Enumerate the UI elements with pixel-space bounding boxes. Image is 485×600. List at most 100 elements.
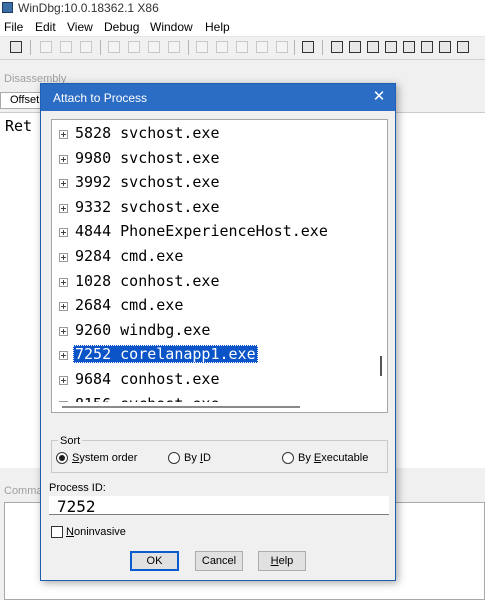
restart-icon[interactable]: [128, 41, 140, 53]
run-to-cursor-icon[interactable]: [256, 41, 268, 53]
process-pid: 9284: [75, 247, 112, 265]
process-name: conhost.exe: [120, 271, 220, 290]
process-entry-label: 1028 conhost.exe: [73, 272, 222, 290]
paste-icon[interactable]: [80, 41, 92, 53]
noninvasive-label[interactable]: Noninvasive: [66, 526, 126, 538]
step-out-icon[interactable]: [236, 41, 248, 53]
process-name: conhost.exe: [120, 370, 220, 388]
menu-edit[interactable]: Edit: [35, 20, 56, 34]
copy-icon[interactable]: [60, 41, 72, 53]
process-name: cmd.exe: [120, 247, 184, 265]
help-button[interactable]: Help: [258, 551, 306, 571]
process-pid: 9980: [75, 148, 112, 167]
disassembly-window-icon[interactable]: [439, 41, 451, 53]
process-list[interactable]: 5828 svchost.exe 9980 svchost.exe 3992 svc…: [51, 119, 388, 413]
process-entry-label: 9332 svchost.exe: [73, 198, 222, 216]
dialog-titlebar: Attach to Process ✕: [41, 84, 395, 111]
vertical-scrollbar-thumb[interactable]: [380, 356, 382, 376]
toolbar-separator: [188, 40, 189, 55]
window-title: WinDbg:10.0.18362.1 X86: [18, 1, 159, 15]
process-name: PhoneExperienceHost.exe: [120, 222, 328, 241]
process-name: windbg.exe: [120, 320, 211, 339]
noninvasive-checkbox[interactable]: [51, 526, 63, 538]
sort-by-executable-label[interactable]: By Executable: [298, 452, 368, 464]
command-window-icon[interactable]: [331, 41, 343, 53]
expand-icon[interactable]: [59, 228, 68, 238]
close-icon[interactable]: ✕: [369, 88, 389, 106]
locals-window-icon[interactable]: [367, 41, 379, 53]
process-name: svchost.exe: [120, 197, 220, 216]
horizontal-scrollbar[interactable]: [52, 402, 387, 412]
process-entry-label: 5828 svchost.exe: [73, 124, 222, 142]
sort-group-label: Sort: [58, 435, 83, 447]
expand-icon[interactable]: [59, 154, 68, 164]
sort-system-order-label[interactable]: System order: [72, 452, 137, 464]
cut-icon[interactable]: [40, 41, 52, 53]
process-pid: 9684: [75, 370, 112, 388]
registers-window-icon[interactable]: [385, 41, 397, 53]
process-id-label: Process ID:: [49, 482, 106, 494]
window-titlebar: WinDbg:10.0.18362.1 X86: [0, 0, 485, 17]
sort-system-order-radio[interactable]: [56, 452, 68, 464]
process-entry-label: 4844 PhoneExperienceHost.exe: [73, 222, 330, 240]
disassembly-offset-field[interactable]: Offset: [0, 92, 45, 109]
ok-button[interactable]: OK: [130, 551, 179, 571]
expand-icon[interactable]: [59, 203, 68, 213]
open-icon[interactable]: [10, 41, 22, 53]
menu-file[interactable]: File: [4, 20, 23, 34]
horizontal-scrollbar-thumb[interactable]: [62, 406, 300, 408]
process-name: svchost.exe: [120, 148, 220, 167]
dialog-title: Attach to Process: [53, 91, 148, 105]
process-pid: 7252: [75, 345, 112, 364]
menu-debug[interactable]: Debug: [104, 20, 139, 34]
sort-by-id-radio[interactable]: [168, 452, 180, 464]
memory-window-icon[interactable]: [403, 41, 415, 53]
toolbar-separator: [294, 40, 295, 55]
menu-window[interactable]: Window: [150, 20, 193, 34]
process-name: svchost.exe: [120, 124, 220, 142]
step-over-icon[interactable]: [216, 41, 228, 53]
process-id-input[interactable]: 7252: [49, 496, 389, 515]
call-stack-icon[interactable]: [421, 41, 433, 53]
stop-debugging-icon[interactable]: [148, 41, 160, 53]
process-pid: 9260: [75, 320, 112, 339]
process-entry-label: 2684 cmd.exe: [73, 296, 185, 314]
step-into-icon[interactable]: [196, 41, 208, 53]
expand-icon[interactable]: [59, 253, 68, 262]
process-entry-label: 3992 svchost.exe: [73, 173, 222, 191]
process-pid: 3992: [75, 173, 112, 192]
cancel-button[interactable]: Cancel: [195, 551, 243, 571]
watch-window-icon[interactable]: [349, 41, 361, 53]
process-id-value: 7252: [57, 497, 96, 515]
expand-icon[interactable]: [59, 130, 68, 139]
scratch-pad-icon[interactable]: [457, 41, 469, 53]
process-entry-label: 9260 windbg.exe: [73, 321, 212, 339]
process-entry-label: 9684 conhost.exe: [73, 370, 222, 388]
break-icon[interactable]: [168, 41, 180, 53]
expand-icon[interactable]: [59, 179, 68, 189]
go-icon[interactable]: [108, 41, 120, 53]
process-name: svchost.exe: [120, 173, 220, 192]
offset-label: Offset: [10, 94, 40, 106]
expand-icon[interactable]: [59, 351, 68, 361]
expand-icon[interactable]: [59, 302, 68, 312]
toolbar: [0, 37, 485, 60]
expand-icon[interactable]: [59, 326, 68, 336]
hand-icon[interactable]: [302, 41, 314, 53]
attach-to-process-dialog: Attach to Process ✕ 5828 svchost.exe 9980…: [40, 83, 396, 581]
menu-view[interactable]: View: [67, 20, 93, 34]
process-name: corelanapp1.exe: [120, 345, 256, 364]
process-pid: 2684: [75, 296, 112, 315]
breakpoint-icon[interactable]: [276, 41, 288, 53]
disassembly-text: Ret: [5, 117, 33, 135]
process-pid: 9332: [75, 197, 112, 216]
expand-icon[interactable]: [59, 376, 68, 385]
menu-help[interactable]: Help: [205, 20, 230, 34]
process-pid: 1028: [75, 271, 112, 290]
toolbar-separator: [322, 40, 323, 55]
toolbar-separator: [100, 40, 101, 55]
process-entry-label: 9284 cmd.exe: [73, 247, 185, 265]
expand-icon[interactable]: [59, 277, 68, 287]
sort-by-id-label[interactable]: By ID: [184, 452, 211, 464]
sort-by-executable-radio[interactable]: [282, 452, 294, 464]
